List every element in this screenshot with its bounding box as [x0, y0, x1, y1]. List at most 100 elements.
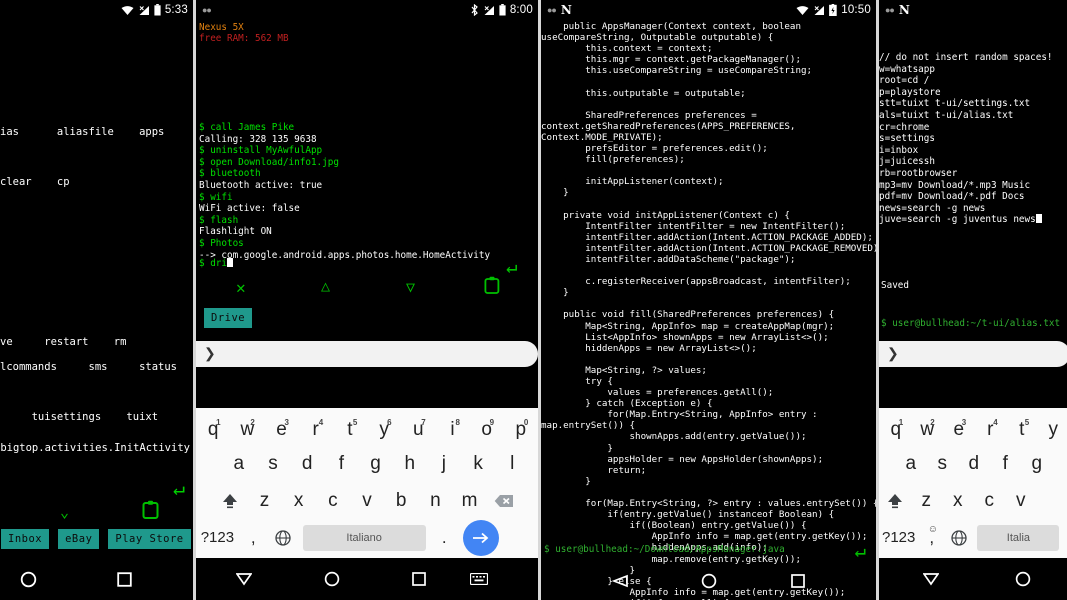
keyboard-2: 1 q 2 w 3 e 4 r 5 t 6 y 7 u 8 i 9 o 0 p a s d f g h j k l z x c v b n m ?123… — [196, 408, 538, 558]
key-x[interactable]: x — [282, 490, 316, 512]
enter-key[interactable] — [462, 519, 499, 556]
panel-tui-terminal: ●● 8:00 Nexus 5X free RAM: 562 MB $ call… — [196, 0, 538, 600]
key-e[interactable]: 3e — [943, 418, 975, 441]
key-g[interactable]: g — [358, 453, 392, 475]
key-r[interactable]: 4r — [299, 418, 333, 441]
key-g[interactable]: g — [1021, 453, 1053, 475]
key-r[interactable]: 4r — [975, 418, 1007, 441]
key-p[interactable]: 0p — [504, 418, 538, 441]
chevron-right-icon[interactable]: ❯ — [204, 345, 216, 362]
key-d[interactable]: d — [958, 453, 990, 475]
recents-square-icon[interactable] — [412, 572, 426, 586]
clipboard-icon[interactable] — [484, 276, 500, 294]
key-v[interactable]: v — [350, 490, 384, 512]
suggestion-chip-drive[interactable]: Drive — [204, 308, 253, 328]
key-w[interactable]: 2w — [230, 418, 264, 441]
clipboard-icon[interactable] — [142, 500, 159, 519]
keyboard-suggestion-bar-2[interactable]: ❯ — [196, 341, 538, 367]
emoji-icon[interactable]: ☺ — [928, 524, 938, 535]
back-triangle-icon[interactable] — [236, 572, 252, 586]
key-v[interactable]: v — [1005, 490, 1037, 512]
terminal-input-line[interactable]: $ dri — [199, 258, 233, 269]
close-x-icon[interactable]: ✕ — [236, 278, 246, 297]
key-a[interactable]: a — [222, 453, 256, 475]
recents-square-icon[interactable] — [117, 571, 132, 587]
wifi-icon — [121, 5, 134, 16]
key-k[interactable]: k — [461, 453, 495, 475]
keyboard-row-1: 1q2w3e4r5ty — [879, 408, 1067, 445]
key-s[interactable]: s — [256, 453, 290, 475]
alias-line: // do not insert random spaces! — [879, 52, 1053, 63]
app-chip-ebay[interactable]: eBay — [58, 529, 100, 549]
key-t[interactable]: 5t — [1006, 418, 1038, 441]
key-e[interactable]: 3e — [264, 418, 298, 441]
key-m[interactable]: m — [452, 490, 486, 512]
shift-icon[interactable] — [213, 492, 247, 510]
key-c[interactable]: c — [974, 490, 1006, 512]
terminal-log-line: --> com.google.android.apps.photos.home.… — [199, 249, 491, 261]
home-circle-icon[interactable] — [1015, 571, 1031, 587]
key-f[interactable]: f — [324, 453, 358, 475]
home-circle-icon[interactable] — [20, 571, 37, 588]
key-w[interactable]: 2w — [912, 418, 944, 441]
back-triangle-icon[interactable] — [923, 572, 939, 586]
chevron-up-icon[interactable]: △ — [321, 277, 330, 295]
key-label: z — [259, 489, 270, 511]
key-o[interactable]: 9o — [470, 418, 504, 441]
key-y[interactable]: 6y — [367, 418, 401, 441]
home-circle-icon[interactable] — [701, 573, 717, 589]
keyboard-suggestion-bar-4[interactable]: ❯ — [879, 341, 1067, 367]
globe-icon[interactable] — [945, 529, 973, 546]
keyboard-row-3: zxcv — [879, 482, 1067, 519]
chevron-right-icon[interactable]: ❯ — [887, 345, 899, 362]
key-a[interactable]: a — [895, 453, 927, 475]
app-chip-inbox[interactable]: Inbox — [1, 529, 50, 549]
key-n[interactable]: n — [418, 490, 452, 512]
enter-arrow-icon[interactable]: ↵ — [173, 478, 185, 498]
home-circle-icon[interactable] — [324, 571, 340, 587]
key-z[interactable]: z — [247, 490, 281, 512]
clock-3: 10:50 — [841, 4, 871, 16]
key-y[interactable]: y — [1038, 419, 1067, 441]
comma-key[interactable]: , — [239, 528, 268, 548]
key-label: l — [510, 452, 515, 474]
space-key[interactable]: Italia — [977, 524, 1060, 551]
enter-arrow-icon[interactable]: ↵ — [855, 540, 866, 562]
device-header: Nexus 5X free RAM: 562 MB — [199, 22, 289, 44]
alias-line: pdf=mv Download/*.pdf Docs — [879, 191, 1025, 203]
key-d[interactable]: d — [290, 453, 324, 475]
chevron-down-icon[interactable]: ▽ — [406, 278, 415, 296]
key-t[interactable]: 5t — [333, 418, 367, 441]
key-s[interactable]: s — [927, 453, 959, 475]
key-b[interactable]: b — [384, 490, 418, 512]
alias-line: w=whatsapp — [879, 63, 935, 75]
symbols-key[interactable]: ?123 — [879, 529, 918, 546]
key-label: g — [1031, 452, 1043, 474]
key-u[interactable]: 7u — [401, 418, 435, 441]
key-c[interactable]: c — [316, 490, 350, 512]
key-q[interactable]: 1q — [196, 418, 230, 441]
symbols-key[interactable]: ?123 — [196, 529, 239, 546]
key-l[interactable]: l — [495, 453, 529, 475]
app-chip-play-store[interactable]: Play Store — [108, 529, 191, 549]
key-z[interactable]: z — [911, 490, 943, 512]
space-key[interactable]: Italiano — [302, 524, 426, 551]
comma-key[interactable]: , ☺ — [918, 524, 945, 548]
shift-icon[interactable] — [879, 492, 911, 510]
enter-arrow-icon[interactable]: ↵ — [506, 256, 517, 278]
keyboard-icon[interactable] — [470, 573, 488, 585]
key-j[interactable]: j — [427, 453, 461, 475]
nav-bar-4 — [879, 558, 1067, 600]
key-h[interactable]: h — [393, 453, 427, 475]
key-q[interactable]: 1q — [880, 418, 912, 441]
alias-file-content[interactable]: // do not insert random spaces! w=whatsap… — [879, 52, 1053, 226]
chevron-down-icon[interactable]: ⌄ — [60, 503, 69, 521]
key-f[interactable]: f — [990, 453, 1022, 475]
back-triangle-icon[interactable] — [611, 574, 628, 588]
globe-icon[interactable] — [268, 529, 299, 546]
period-key[interactable]: . — [430, 528, 459, 548]
key-i[interactable]: 8i — [435, 418, 469, 441]
recents-square-icon[interactable] — [791, 574, 805, 588]
backspace-icon[interactable] — [487, 494, 521, 508]
key-x[interactable]: x — [942, 490, 974, 512]
